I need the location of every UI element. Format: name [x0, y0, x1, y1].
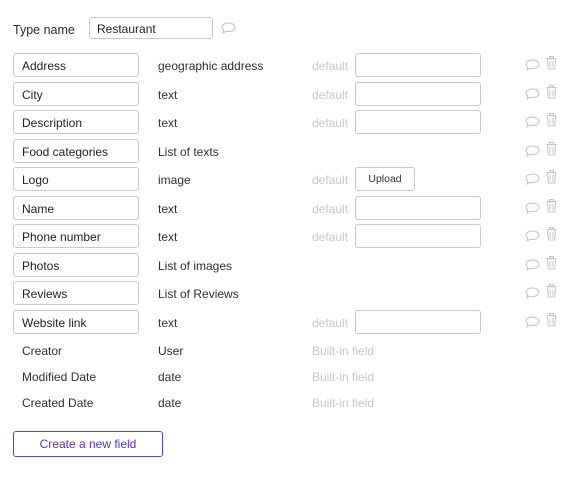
- default-value-input[interactable]: [355, 310, 481, 334]
- field-name-input[interactable]: Phone number: [13, 224, 139, 248]
- field-name-input[interactable]: City: [13, 82, 139, 106]
- default-value-input[interactable]: [355, 82, 481, 106]
- default-value-input[interactable]: [355, 224, 481, 248]
- type-name-label: Type name: [13, 23, 75, 37]
- field-type: text: [158, 316, 178, 330]
- field-type: date: [158, 396, 182, 410]
- field-type: List of Reviews: [158, 287, 239, 301]
- comment-icon[interactable]: [525, 115, 540, 133]
- field-name-input[interactable]: Logo: [13, 167, 139, 191]
- builtin-row-creator: Creator User Built-in field: [13, 338, 569, 362]
- field-row-food-categories: Food categories List of texts: [13, 139, 569, 163]
- trash-icon[interactable]: [546, 227, 557, 246]
- trash-icon[interactable]: [546, 199, 557, 218]
- field-row-name: Name text default: [13, 196, 569, 220]
- field-type: User: [158, 344, 184, 358]
- field-type: image: [158, 173, 191, 187]
- default-label: default: [312, 173, 349, 187]
- field-row-reviews: Reviews List of Reviews: [13, 281, 569, 305]
- trash-icon[interactable]: [546, 113, 557, 132]
- comment-icon[interactable]: [525, 258, 540, 276]
- builtin-label: Built-in field: [312, 344, 375, 358]
- comment-icon[interactable]: [525, 58, 540, 76]
- field-row-address: Address geographic address default: [13, 53, 569, 77]
- field-type: geographic address: [158, 59, 264, 73]
- default-value-input[interactable]: [355, 196, 481, 220]
- create-new-field-button[interactable]: Create a new field: [13, 431, 163, 457]
- default-label: default: [312, 88, 349, 102]
- comment-icon[interactable]: [221, 21, 236, 39]
- comment-icon[interactable]: [525, 315, 540, 333]
- default-value-input[interactable]: [355, 53, 481, 77]
- builtin-field-name: Modified Date: [22, 370, 97, 384]
- default-label: default: [312, 316, 349, 330]
- field-row-website-link: Website link text default: [13, 310, 569, 334]
- field-type: text: [158, 230, 178, 244]
- field-name-input[interactable]: Address: [13, 53, 139, 77]
- trash-icon[interactable]: [546, 85, 557, 104]
- field-name-input[interactable]: Food categories: [13, 139, 139, 163]
- trash-icon[interactable]: [546, 313, 557, 332]
- trash-icon[interactable]: [546, 142, 557, 161]
- builtin-field-name: Creator: [22, 344, 63, 358]
- field-type: List of images: [158, 259, 233, 273]
- field-type: date: [158, 370, 182, 384]
- trash-icon[interactable]: [546, 256, 557, 275]
- field-type: text: [158, 116, 178, 130]
- default-label: default: [312, 230, 349, 244]
- field-type: text: [158, 202, 178, 216]
- field-name-input[interactable]: Website link: [13, 310, 139, 334]
- comment-icon[interactable]: [525, 201, 540, 219]
- builtin-label: Built-in field: [312, 370, 375, 384]
- trash-icon[interactable]: [546, 284, 557, 303]
- default-label: default: [312, 59, 349, 73]
- default-label: default: [312, 116, 349, 130]
- type-name-row: Type name Restaurant: [13, 17, 273, 41]
- trash-icon[interactable]: [546, 56, 557, 75]
- field-name-input[interactable]: Reviews: [13, 281, 139, 305]
- field-row-phone-number: Phone number text default: [13, 224, 569, 248]
- comment-icon[interactable]: [525, 144, 540, 162]
- field-type: text: [158, 88, 178, 102]
- builtin-row-created-date: Created Date date Built-in field: [13, 390, 569, 414]
- type-name-input[interactable]: Restaurant: [89, 17, 213, 39]
- builtin-label: Built-in field: [312, 396, 375, 410]
- field-row-description: Description text default: [13, 110, 569, 134]
- default-label: default: [312, 202, 349, 216]
- comment-icon[interactable]: [525, 229, 540, 247]
- builtin-field-name: Created Date: [22, 396, 94, 410]
- comment-icon[interactable]: [525, 286, 540, 304]
- comment-icon[interactable]: [525, 172, 540, 190]
- field-name-input[interactable]: Name: [13, 196, 139, 220]
- comment-icon[interactable]: [525, 87, 540, 105]
- field-row-city: City text default: [13, 82, 569, 106]
- upload-button[interactable]: Upload: [355, 167, 415, 191]
- field-name-input[interactable]: Photos: [13, 253, 139, 277]
- trash-icon[interactable]: [546, 170, 557, 189]
- field-name-input[interactable]: Description: [13, 110, 139, 134]
- field-type: List of texts: [158, 145, 219, 159]
- field-row-logo: Logo image default Upload: [13, 167, 569, 191]
- field-row-photos: Photos List of images: [13, 253, 569, 277]
- default-value-input[interactable]: [355, 110, 481, 134]
- builtin-row-modified-date: Modified Date date Built-in field: [13, 364, 569, 388]
